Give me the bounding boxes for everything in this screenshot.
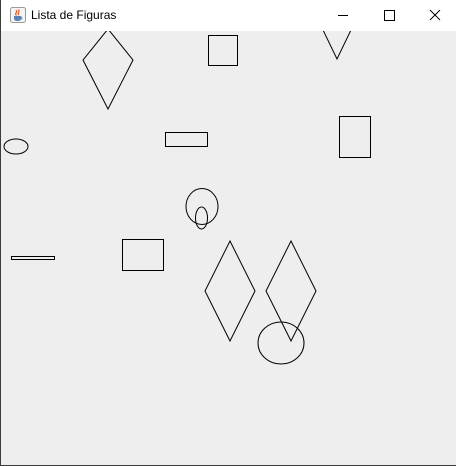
rectangle-shape xyxy=(11,256,55,260)
rectangle-shape xyxy=(339,116,371,158)
java-cup-icon[interactable] xyxy=(10,7,26,23)
rectangle-shape xyxy=(208,35,238,66)
minimize-icon xyxy=(338,15,348,16)
minimize-button[interactable] xyxy=(320,0,366,31)
close-button[interactable] xyxy=(411,0,456,31)
triangle-shape xyxy=(322,31,352,61)
diamond-shape xyxy=(204,239,256,343)
maximize-button[interactable] xyxy=(366,0,412,31)
ellipse-shape xyxy=(195,206,208,230)
diamond-shape xyxy=(265,239,317,343)
app-window: Lista de Figuras xyxy=(0,0,456,466)
ellipse-shape xyxy=(3,138,29,155)
close-icon xyxy=(429,9,441,21)
maximize-icon xyxy=(384,10,395,21)
ellipse-shape xyxy=(257,321,305,365)
title-bar[interactable]: Lista de Figuras xyxy=(1,0,456,31)
window-title: Lista de Figuras xyxy=(31,8,117,22)
drawing-canvas xyxy=(1,31,456,465)
diamond-shape xyxy=(82,31,134,111)
rectangle-shape xyxy=(165,132,208,147)
rectangle-shape xyxy=(122,239,164,271)
ellipse-shape xyxy=(185,188,219,225)
